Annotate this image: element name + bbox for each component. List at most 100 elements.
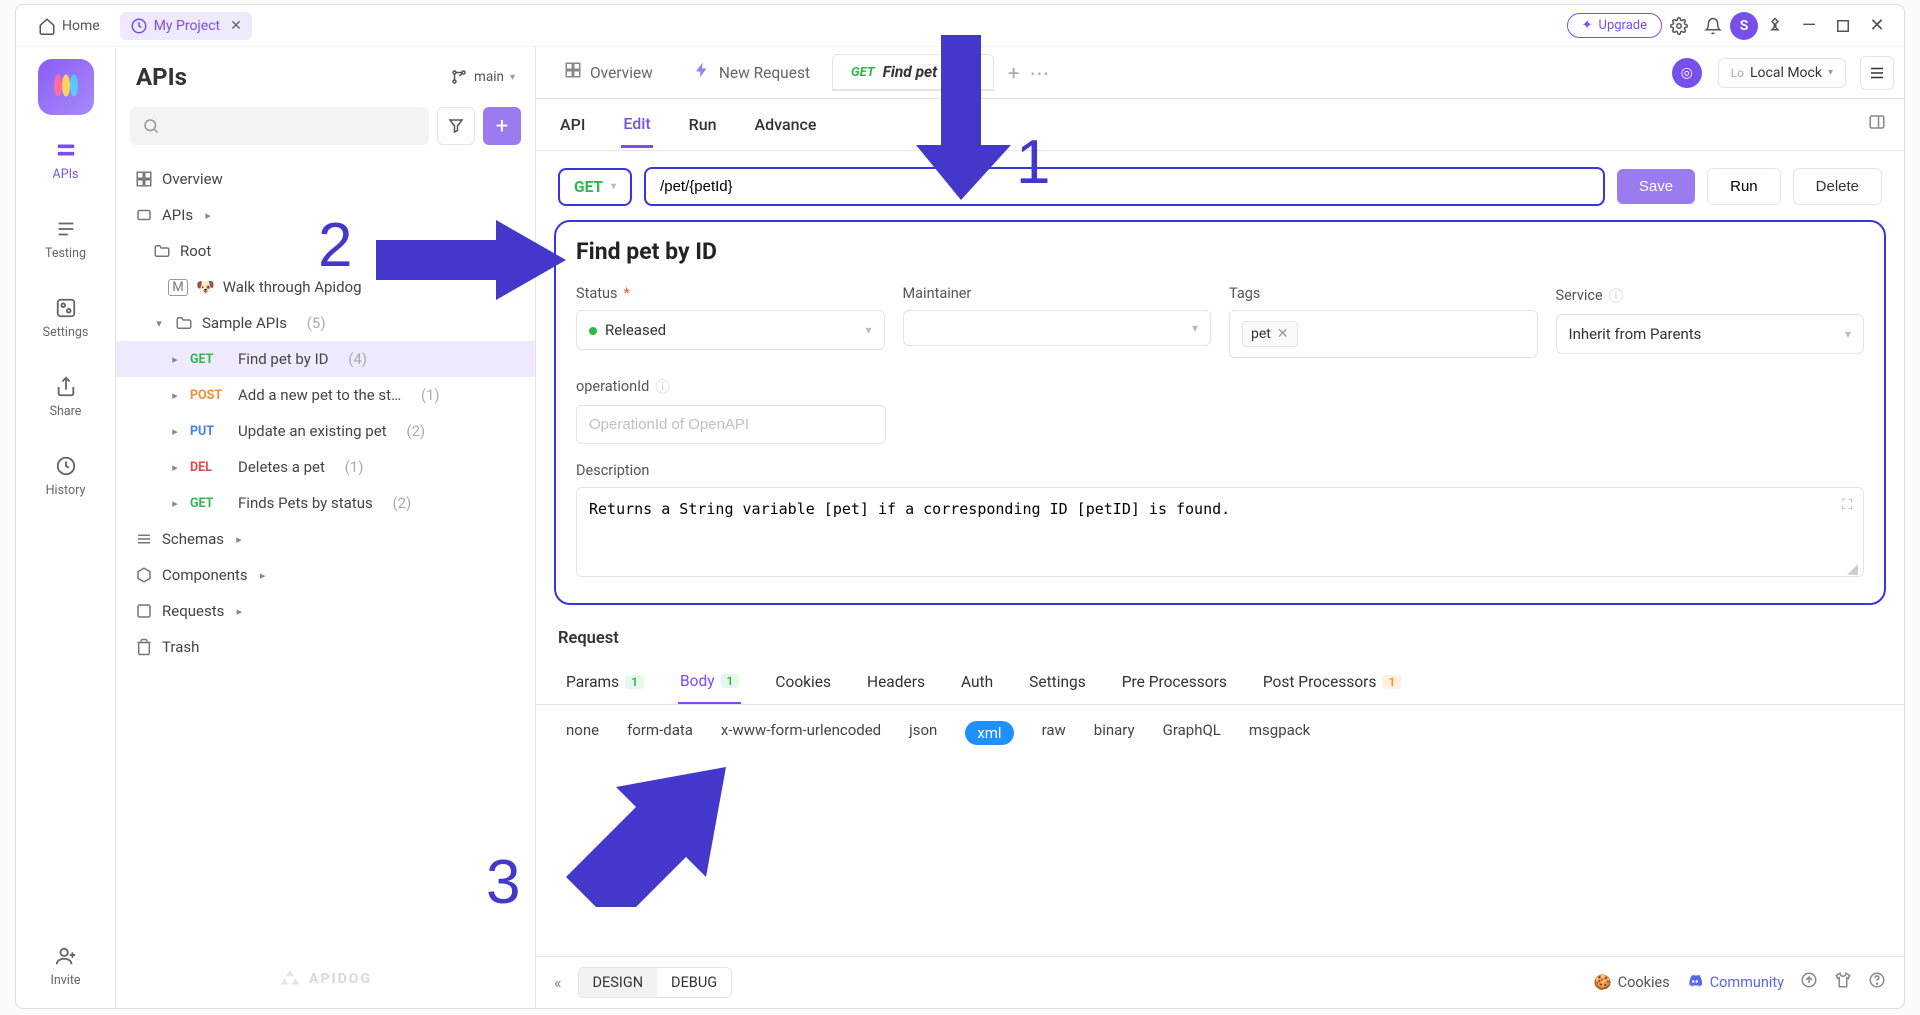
chevron-right-icon: ▸ (232, 533, 246, 546)
run-button[interactable]: Run (1707, 168, 1781, 205)
bodytype-form[interactable]: form-data (627, 721, 693, 745)
side-panel-toggle[interactable] (1868, 113, 1886, 136)
add-button[interactable]: + (483, 107, 521, 145)
footer-community[interactable]: Community (1686, 972, 1784, 994)
window-close-icon[interactable]: ✕ (1860, 9, 1894, 43)
bodytype-graphql[interactable]: GraphQL (1163, 721, 1221, 745)
panel-menu-button[interactable] (1860, 56, 1894, 90)
endpoint-count: (1) (421, 386, 440, 404)
bodytype-raw[interactable]: raw (1042, 721, 1066, 745)
mode-debug[interactable]: DEBUG (657, 968, 731, 997)
help-icon[interactable]: ⓘ (1609, 285, 1624, 306)
maximize-icon[interactable] (1826, 9, 1860, 43)
required-mark: * (623, 285, 629, 302)
pin-icon[interactable] (1758, 9, 1792, 43)
endpoint-count: (4) (348, 350, 367, 368)
description-input[interactable] (576, 487, 1864, 577)
shirt-icon[interactable] (1834, 971, 1852, 994)
app-logo[interactable] (38, 59, 94, 115)
upload-icon[interactable] (1800, 971, 1818, 994)
minimize-icon[interactable]: — (1792, 9, 1826, 43)
tree-endpoint[interactable]: ▸DELDeletes a pet (1) (116, 449, 535, 485)
gear-icon[interactable] (1662, 9, 1696, 43)
tree-endpoint[interactable]: ▸GETFind pet by ID (4) (116, 341, 535, 377)
save-button[interactable]: Save (1617, 169, 1695, 204)
subtab-run[interactable]: Run (687, 103, 719, 146)
bodytype-none[interactable]: none (566, 721, 599, 745)
reqtab-settings[interactable]: Settings (1027, 660, 1088, 704)
rail-apis[interactable]: APIs (16, 125, 115, 194)
help-icon[interactable]: ⓘ (655, 376, 670, 397)
search-input[interactable] (130, 107, 429, 145)
close-icon[interactable]: ✕ (230, 18, 242, 34)
home-label: Home (62, 18, 100, 34)
reqtab-post[interactable]: Post Processors1 (1261, 660, 1403, 704)
tree-apis-root[interactable]: APIs▸ (116, 197, 535, 233)
maintainer-select[interactable]: ▾ (903, 310, 1212, 346)
rail-history[interactable]: History (16, 441, 115, 510)
tree-walkthrough[interactable]: M🐶Walk through Apidog (116, 269, 535, 305)
filter-button[interactable] (437, 107, 475, 145)
tree-requests[interactable]: Requests▸ (116, 593, 535, 629)
help-icon[interactable] (1868, 971, 1886, 994)
tree-trash[interactable]: Trash (116, 629, 535, 665)
rail-settings[interactable]: Settings (16, 283, 115, 352)
subtab-edit[interactable]: Edit (621, 102, 652, 148)
tree-schemas[interactable]: Schemas▸ (116, 521, 535, 557)
bodytype-json[interactable]: json (909, 721, 937, 745)
tag-chip[interactable]: pet✕ (1242, 321, 1298, 347)
tab-overview[interactable]: Overview (546, 53, 671, 92)
env-selector[interactable]: LoLocal Mock▾ (1718, 58, 1846, 88)
new-tab-button[interactable]: + (1008, 61, 1019, 85)
url-input[interactable] (644, 167, 1605, 206)
tree-overview[interactable]: Overview (116, 161, 535, 197)
project-tab[interactable]: My Project ✕ (120, 12, 252, 40)
rail-testing[interactable]: Testing (16, 204, 115, 273)
rail-invite[interactable]: Invite (16, 931, 115, 1008)
bodytype-binary[interactable]: binary (1094, 721, 1135, 745)
avatar[interactable]: S (1730, 12, 1758, 40)
subtab-advanced[interactable]: Advance (753, 103, 819, 146)
mode-design[interactable]: DESIGN (579, 968, 658, 997)
reqtab-headers[interactable]: Headers (865, 660, 927, 704)
reqtab-params[interactable]: Params1 (564, 660, 646, 704)
bodytype-url[interactable]: x-www-form-urlencoded (721, 721, 881, 745)
tree-root-folder[interactable]: Root (116, 233, 535, 269)
tree-endpoint[interactable]: ▸PUTUpdate an existing pet (2) (116, 413, 535, 449)
upgrade-button[interactable]: ✦ Upgrade (1567, 13, 1662, 38)
remove-tag-icon[interactable]: ✕ (1277, 326, 1289, 342)
tree-components[interactable]: Components▸ (116, 557, 535, 593)
env-indicator[interactable]: ◎ (1672, 58, 1702, 88)
endpoint-count: (2) (392, 494, 411, 512)
reqtab-cookies[interactable]: Cookies (773, 660, 833, 704)
tree-endpoint[interactable]: ▸POSTAdd a new pet to the st… (1) (116, 377, 535, 413)
bodytype-xml[interactable]: xml (965, 721, 1013, 745)
operationid-label: operationId (576, 378, 649, 395)
reqtab-pre[interactable]: Pre Processors (1120, 660, 1229, 704)
rail-share[interactable]: Share (16, 362, 115, 431)
chevron-down-icon: ▾ (152, 317, 166, 330)
service-select[interactable]: Inherit from Parents▾ (1556, 314, 1865, 354)
bodytype-msgpack[interactable]: msgpack (1249, 721, 1310, 745)
tree-endpoint[interactable]: ▸GETFinds Pets by status (2) (116, 485, 535, 521)
tab-menu-button[interactable]: ⋯ (1029, 61, 1049, 85)
collapse-icon[interactable]: « (554, 973, 562, 992)
reqtab-auth[interactable]: Auth (959, 660, 995, 704)
expand-icon[interactable]: ⛶ (1842, 497, 1852, 513)
home-tab[interactable]: Home (26, 11, 112, 41)
tags-input[interactable]: pet✕ (1229, 310, 1538, 358)
branch-selector[interactable]: main ▾ (450, 68, 515, 86)
bell-icon[interactable] (1696, 9, 1730, 43)
operationid-input[interactable] (576, 405, 886, 444)
method-selector[interactable]: GET▾ (558, 168, 632, 206)
reqtab-body[interactable]: Body1 (678, 660, 741, 704)
footer-cookies[interactable]: 🍪Cookies (1594, 974, 1670, 991)
status-select[interactable]: Released▾ (576, 310, 885, 350)
tree-sample-folder[interactable]: ▾Sample APIs (5) (116, 305, 535, 341)
delete-button[interactable]: Delete (1793, 168, 1882, 205)
subtab-api[interactable]: API (558, 103, 587, 146)
tab-new-request[interactable]: New Request (675, 53, 828, 92)
tab-active-api[interactable]: GETFind pet by ID (832, 54, 994, 91)
filter-icon (447, 117, 465, 135)
discord-icon (1686, 972, 1704, 994)
